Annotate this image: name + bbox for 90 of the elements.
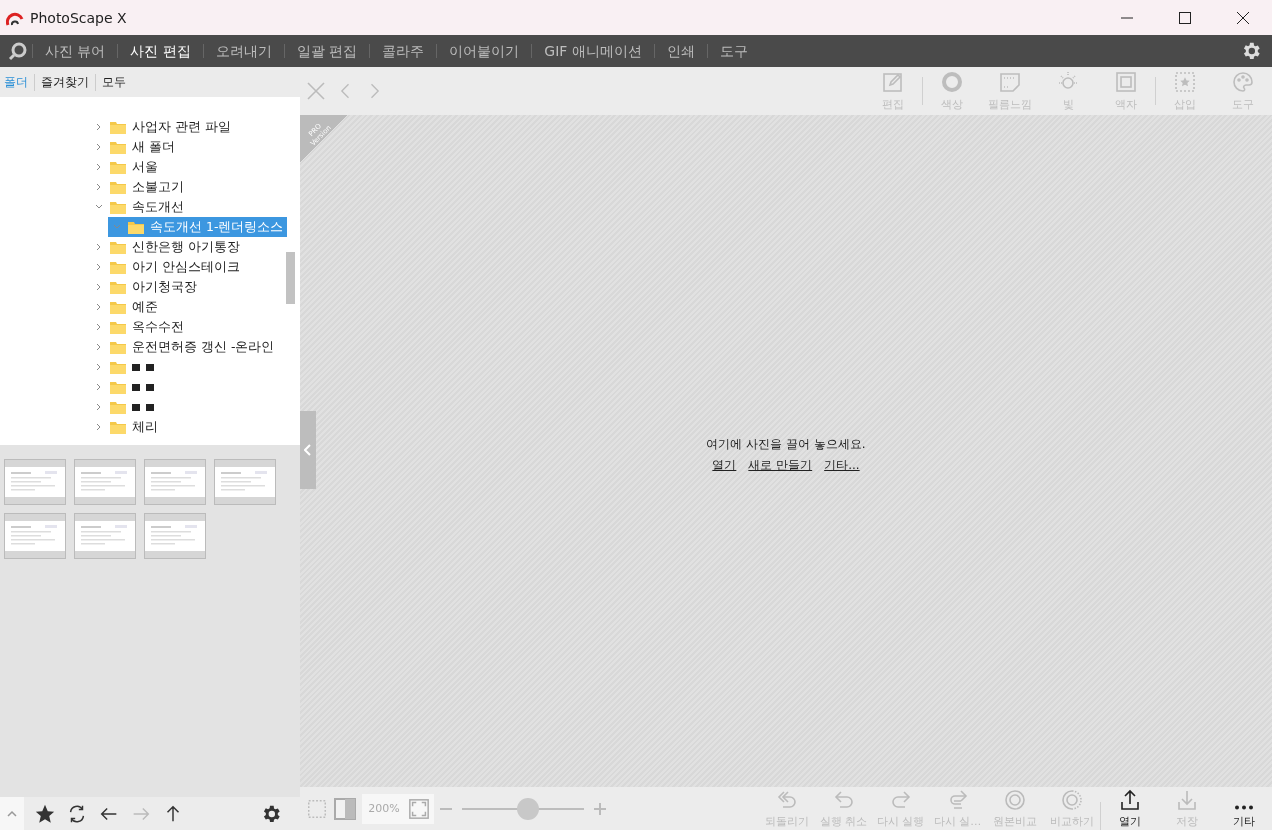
drop-hint: 여기에 사진을 끌어 놓으세요. (706, 436, 866, 453)
folder-row[interactable]: 체리 (90, 417, 162, 437)
folder-label: 소불고기 (132, 178, 184, 196)
folder-row[interactable]: 옥수수전 (90, 317, 188, 337)
zoom-value: 200% (367, 802, 401, 815)
thumbnail[interactable] (74, 513, 136, 559)
redacted-label (132, 363, 154, 371)
folder-label: 속도개선 1-렌더링소스 (150, 218, 284, 236)
ring-icon (940, 70, 964, 94)
folder-row[interactable]: 아기청국장 (90, 277, 201, 297)
menu-tab[interactable]: 인쇄 (653, 44, 707, 58)
thumbnail[interactable] (74, 459, 136, 505)
sidebar-tab[interactable]: 즐겨찾기 (34, 73, 95, 91)
close-icon (1237, 11, 1249, 24)
folder-icon (110, 240, 126, 254)
link[interactable]: 열기 (712, 457, 737, 474)
action-button[interactable]: 열기 (1101, 787, 1158, 830)
redacted-label (132, 403, 154, 411)
dotted-selection-icon (306, 797, 328, 820)
fit-screen-icon (408, 797, 430, 820)
folder-row[interactable]: 새 폴더 (90, 137, 179, 157)
menu-tab[interactable]: 일괄 편집 (283, 44, 370, 58)
menu-tab[interactable]: 이어붙이기 (436, 44, 532, 58)
folder-label: 아기청국장 (132, 278, 197, 296)
folder-icon (110, 340, 126, 354)
thumbnail[interactable] (144, 459, 206, 505)
scrollbar-thumb[interactable] (286, 252, 295, 304)
folder-label: 새 폴더 (132, 138, 175, 156)
folder-icon (128, 220, 144, 234)
folder-row[interactable]: 속도개선 (90, 197, 188, 217)
pencil-icon (881, 70, 905, 94)
folder-icon (110, 320, 126, 334)
frame-icon (1114, 70, 1138, 94)
thumbnail[interactable] (4, 513, 66, 559)
sidebar-tab[interactable]: 모두 (95, 73, 132, 91)
folder-row[interactable]: 사업자 관련 파일 (90, 117, 235, 137)
folder-icon (110, 380, 126, 394)
folder-label: 운전면허증 갱신 -온라인 (132, 338, 275, 356)
folder-row[interactable]: 아기 안심스테이크 (90, 257, 244, 277)
menu-tab[interactable]: GIF 애니메이션 (531, 44, 654, 58)
folder-label: 사업자 관련 파일 (132, 118, 231, 136)
target-icon (1002, 788, 1027, 812)
folder-icon (110, 160, 126, 174)
folder-row[interactable]: 예준 (90, 297, 162, 317)
compare-circle-icon (1059, 788, 1084, 812)
panel-toggle-button[interactable] (300, 411, 316, 489)
thumbnail[interactable] (4, 459, 66, 505)
folder-icon (110, 400, 126, 414)
palette-icon (1231, 70, 1255, 94)
folder-icon (110, 360, 126, 374)
sidebar-tab[interactable]: 폴더 (0, 73, 34, 91)
star-frame-icon (1173, 70, 1197, 94)
film-frame-icon (998, 70, 1022, 94)
folder-row[interactable]: 운전면허증 갱신 -온라인 (90, 337, 279, 357)
menu-tab[interactable]: 사진 뷰어 (32, 44, 118, 58)
folder-label: 옥수수전 (132, 318, 184, 336)
menu-tab[interactable]: 콜라주 (369, 44, 437, 58)
menu-tab[interactable]: 사진 편집 (117, 44, 203, 58)
folder-icon (110, 300, 126, 314)
folder-label: 체리 (132, 418, 158, 436)
maximize-icon (1179, 11, 1191, 24)
menu-tab[interactable]: 오려내기 (202, 44, 284, 58)
folder-icon (110, 120, 126, 134)
folder-icon (110, 420, 126, 434)
folder-label: 아기 안심스테이크 (132, 258, 240, 276)
folder-icon (110, 140, 126, 154)
link[interactable]: 기타... (824, 457, 860, 474)
split-view-icon[interactable] (334, 797, 356, 820)
menu-tab[interactable]: 도구 (706, 44, 760, 58)
folder-icon (110, 260, 126, 274)
redacted-label (132, 383, 154, 391)
thumbnail[interactable] (144, 513, 206, 559)
folder-row[interactable]: 속도개선 1-렌더링소스 (108, 217, 288, 237)
thumbnail[interactable] (214, 459, 276, 505)
folder-row[interactable]: 소불고기 (90, 177, 188, 197)
folder-label: 신한은행 아기통장 (132, 238, 240, 256)
chevron-icon (304, 444, 312, 456)
action-button[interactable]: 기타 (1215, 788, 1272, 830)
folder-icon (110, 180, 126, 194)
folder-icon (110, 200, 126, 214)
more-icon (1233, 805, 1254, 810)
folder-icon (110, 280, 126, 294)
folder-label: 속도개선 (132, 198, 184, 216)
folder-row[interactable]: 서울 (90, 157, 162, 177)
link[interactable]: 새로 만들기 (748, 457, 813, 474)
folder-label: 예준 (132, 298, 158, 316)
folder-label: 서울 (132, 158, 158, 176)
folder-row[interactable]: 신한은행 아기통장 (90, 237, 244, 257)
search-icon[interactable] (8, 41, 28, 61)
window-title: PhotoScape X (30, 9, 128, 26)
